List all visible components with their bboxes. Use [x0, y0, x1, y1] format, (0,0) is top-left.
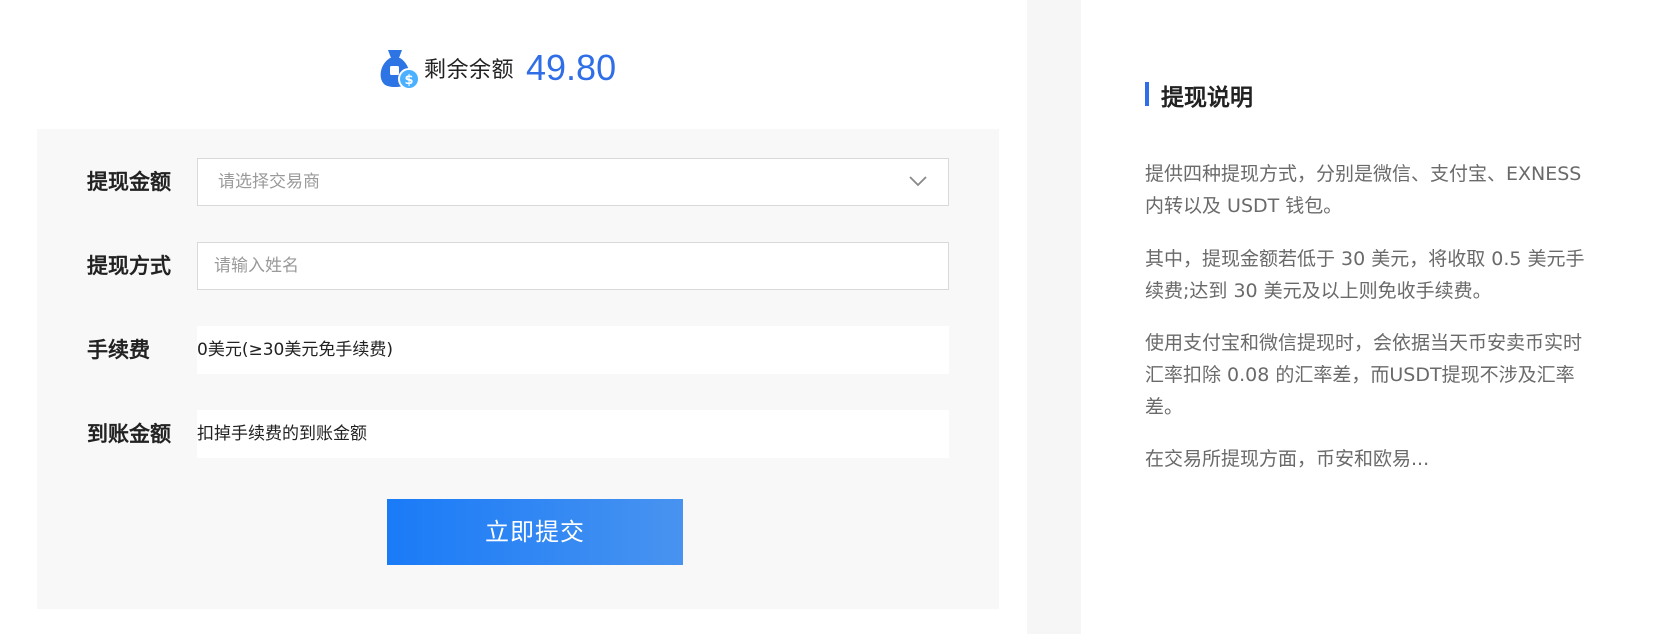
section-accent-bar — [1145, 82, 1149, 106]
method-row: 提现方式 — [37, 242, 999, 290]
received-label: 到账金额 — [87, 422, 171, 446]
fee-label: 手续费 — [87, 338, 150, 362]
submit-button[interactable]: 立即提交 — [387, 499, 683, 565]
balance-bar: $ 剩余余额 49.80 — [378, 46, 616, 90]
instruction-paragraph: 使用支付宝和微信提现时，会依据当天币安卖币实时汇率扣除 0.08 的汇率差，而U… — [1145, 332, 1583, 418]
method-label: 提现方式 — [87, 254, 171, 278]
withdraw-form: 提现金额 请选择交易商 提现方式 手续费 0美元(≥30美元免手续费) 到账金额… — [37, 129, 999, 609]
panel-divider — [1027, 0, 1081, 634]
fee-row: 手续费 0美元(≥30美元免手续费) — [37, 326, 999, 374]
svg-text:$: $ — [404, 73, 413, 88]
withdraw-instructions: 提现说明 提供四种提现方式，分别是微信、支付宝、EXNESS内转以及 USDT … — [1081, 0, 1654, 634]
instruction-paragraph: 其中，提现金额若低于 30 美元，将收取 0.5 美元手续费;达到 30 美元及… — [1145, 248, 1585, 302]
instruction-paragraph: 提供四种提现方式，分别是微信、支付宝、EXNESS内转以及 USDT 钱包。 — [1145, 163, 1582, 217]
name-input[interactable] — [198, 243, 934, 289]
balance-value: 49.80 — [526, 47, 617, 88]
received-row: 到账金额 扣掉手续费的到账金额 — [37, 410, 999, 458]
fee-value: 0美元(≥30美元免手续费) — [197, 326, 949, 374]
received-value: 扣掉手续费的到账金额 — [197, 410, 949, 458]
instructions-title: 提现说明 — [1161, 85, 1253, 111]
withdraw-panel: $ 剩余余额 49.80 提现金额 请选择交易商 提现方式 手续费 0美元(≥3… — [0, 0, 1027, 634]
instruction-paragraph: 在交易所提现方面，币安和欧易... — [1145, 448, 1430, 470]
method-field — [197, 242, 949, 290]
amount-row: 提现金额 请选择交易商 — [37, 158, 999, 206]
balance-label: 剩余余额 — [424, 58, 515, 83]
broker-select-placeholder: 请选择交易商 — [218, 172, 320, 192]
broker-select[interactable]: 请选择交易商 — [197, 158, 949, 206]
amount-label: 提现金额 — [87, 170, 171, 194]
money-bag-dollar-icon: $ — [380, 50, 420, 90]
chevron-down-icon — [909, 176, 927, 187]
